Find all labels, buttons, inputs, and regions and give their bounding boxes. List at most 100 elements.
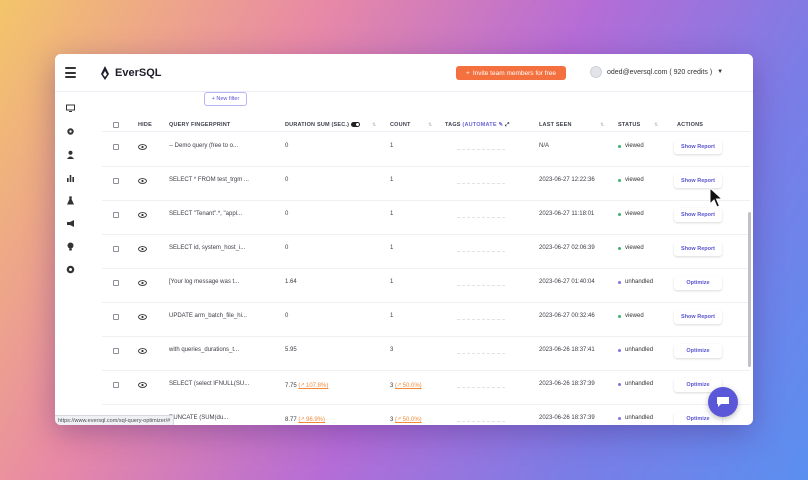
status-dot (618, 246, 621, 250)
query-fingerprint[interactable]: -- Demo query (free to o... (169, 143, 238, 149)
show-report-button[interactable]: Show Report (674, 310, 722, 324)
status-badge: viewed (618, 313, 644, 319)
edit-icon[interactable]: ✎ (498, 122, 503, 128)
duration-cell: 1.64 (285, 279, 297, 285)
last-seen: 2023-06-27 11:18:01 (539, 211, 595, 217)
row-checkbox[interactable] (113, 348, 119, 354)
query-fingerprint[interactable]: RUNCATE (SUM(du... (169, 415, 228, 421)
count-value: 1 (390, 245, 394, 251)
sort-icon[interactable]: ⇅ (428, 122, 432, 128)
tags-empty[interactable] (457, 217, 505, 218)
new-filter-button[interactable]: + New filter (204, 92, 247, 106)
status-label: viewed (625, 211, 644, 217)
table-row[interactable]: SELECT "Tenant".*, "appl... 0 1 2023-06-27 … (102, 201, 750, 235)
expand-icon[interactable]: ⤢ (505, 122, 510, 128)
row-checkbox[interactable] (113, 144, 119, 150)
table-row[interactable]: SELECT id, system_host_i... 0 1 2023-06-27 … (102, 235, 750, 269)
eye-icon[interactable] (138, 212, 147, 218)
show-report-button[interactable]: Show Report (674, 208, 722, 222)
app-logo[interactable]: EverSQL (100, 66, 161, 80)
table-row[interactable]: [Your log message was t... 1.64 1 2023-06-2… (102, 269, 750, 303)
mouse-cursor-icon (709, 187, 723, 208)
eye-icon[interactable] (138, 314, 147, 320)
header-last-seen[interactable]: LAST SEEN (539, 122, 572, 128)
tags-empty[interactable] (457, 421, 505, 422)
show-report-button[interactable]: Show Report (674, 174, 722, 188)
duration-cell: 0 (285, 211, 288, 217)
row-checkbox[interactable] (113, 280, 119, 286)
show-report-button[interactable]: Show Report (674, 140, 722, 154)
status-label: viewed (625, 177, 644, 183)
table-row[interactable]: SELECT * FROM test_trgm ... 0 1 2023-06-27 … (102, 167, 750, 201)
header-count[interactable]: COUNT (390, 122, 411, 128)
tags-empty[interactable] (457, 353, 505, 354)
eye-icon[interactable] (138, 280, 147, 286)
sort-icon[interactable]: ⇅ (600, 122, 604, 128)
count-change-value: 50.0% (402, 383, 420, 389)
query-fingerprint[interactable]: SELECT (select IFNULL(SU... (169, 381, 249, 387)
table-row[interactable]: -- Demo query (free to o... 0 1 N/A viewed Sh… (102, 133, 750, 167)
eye-icon[interactable] (138, 178, 147, 184)
row-checkbox[interactable] (113, 314, 119, 320)
table-row[interactable]: UPDATE arm_batch_file_hi... 0 1 2023-06-27 … (102, 303, 750, 337)
monitor-icon[interactable] (66, 104, 75, 113)
hamburger-menu-icon[interactable] (65, 67, 76, 78)
last-seen: 2023-06-26 18:37:39 (539, 415, 595, 421)
table-row[interactable]: RUNCATE (SUM(du... 8.77 (🡕 96.9%) 3 (🡕 50.… (102, 405, 750, 425)
chat-button[interactable] (708, 387, 738, 417)
eye-icon[interactable] (138, 144, 147, 150)
tags-empty[interactable] (457, 285, 505, 286)
tags-empty[interactable] (457, 319, 505, 320)
query-fingerprint[interactable]: SELECT "Tenant".*, "appl... (169, 211, 242, 217)
header-fingerprint[interactable]: QUERY FINGERPRINT (169, 122, 230, 128)
query-fingerprint[interactable]: SELECT * FROM test_trgm ... (169, 177, 249, 183)
user-menu[interactable]: oded@eversql.com ( 920 credits ) ▼ (590, 66, 723, 78)
count-cell: 1 (390, 177, 393, 183)
bar-chart-icon[interactable] (66, 173, 75, 182)
table-header: HIDE QUERY FINGERPRINT DURATION SUM (SEC… (102, 118, 750, 132)
tags-empty[interactable] (457, 183, 505, 184)
duration-value: 0 (285, 211, 289, 217)
sort-icon[interactable]: ⇅ (372, 122, 376, 128)
eye-icon[interactable] (138, 348, 147, 354)
lifebuoy-icon[interactable] (66, 265, 75, 274)
count-change-value: 50.0% (402, 417, 420, 423)
select-all-checkbox[interactable] (113, 122, 119, 128)
gear-icon[interactable] (66, 127, 75, 136)
megaphone-icon[interactable] (66, 219, 75, 228)
lightbulb-icon[interactable] (66, 242, 75, 251)
tags-empty[interactable] (457, 251, 505, 252)
header-tags-label: TAGS (445, 122, 461, 128)
show-report-button[interactable]: Show Report (674, 242, 722, 256)
count-value: 1 (390, 279, 394, 285)
optimize-button[interactable]: Optimize (674, 276, 722, 290)
query-fingerprint[interactable]: SELECT id, system_host_i... (169, 245, 245, 251)
query-fingerprint[interactable]: [Your log message was t... (169, 279, 239, 285)
row-checkbox[interactable] (113, 246, 119, 252)
tags-empty[interactable] (457, 149, 505, 150)
optimize-button[interactable]: Optimize (674, 344, 722, 358)
duration-value: 1.64 (285, 279, 297, 285)
row-checkbox[interactable] (113, 178, 119, 184)
duration-toggle[interactable] (351, 122, 361, 128)
row-checkbox[interactable] (113, 382, 119, 388)
table-row[interactable]: with queries_durations_t... 5.95 3 2023-06-… (102, 337, 750, 371)
flask-icon[interactable] (66, 196, 75, 205)
invite-team-button[interactable]: + Invite team members for free (456, 66, 566, 80)
eye-icon[interactable] (138, 382, 147, 388)
eye-icon[interactable] (138, 246, 147, 252)
user-icon[interactable] (66, 150, 75, 159)
vertical-scrollbar[interactable] (748, 212, 751, 367)
header-duration[interactable]: DURATION SUM (SEC.) (285, 122, 361, 128)
sort-icon[interactable]: ⇅ (654, 122, 658, 128)
status-badge: unhandled (618, 279, 653, 285)
automate-link[interactable]: (AUTOMATE (462, 122, 496, 128)
count-cell: 1 (390, 313, 393, 319)
app-window: EverSQL + Invite team members for free o… (55, 54, 753, 425)
tags-empty[interactable] (457, 387, 505, 388)
query-fingerprint[interactable]: with queries_durations_t... (169, 347, 239, 353)
row-checkbox[interactable] (113, 212, 119, 218)
header-status[interactable]: STATUS (618, 122, 640, 128)
table-row[interactable]: SELECT (select IFNULL(SU... 7.75 (🡕 107.8… (102, 371, 750, 405)
query-fingerprint[interactable]: UPDATE arm_batch_file_hi... (169, 313, 247, 319)
